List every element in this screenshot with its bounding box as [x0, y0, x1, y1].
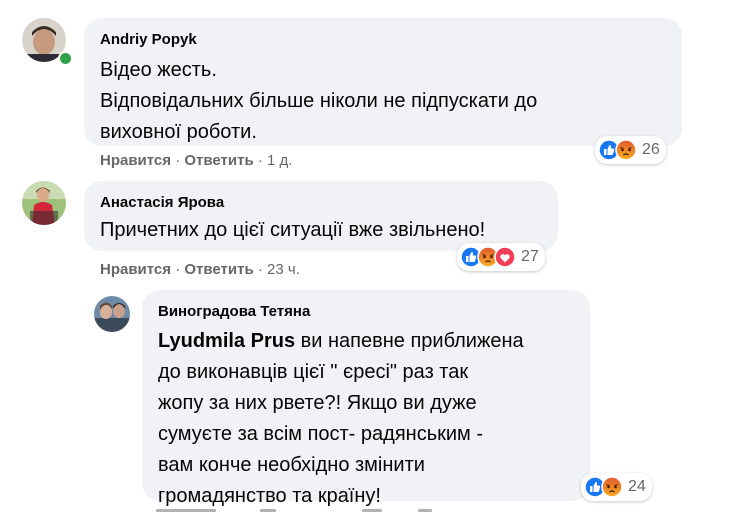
comment-text: Відео жесть. Відповідальних більше нікол…	[100, 55, 680, 148]
avatar-photo	[94, 296, 130, 332]
comment-author[interactable]: Andriy Popyk	[100, 31, 197, 48]
online-indicator	[58, 51, 73, 66]
comment-bubble: Анастасія Ярова Причетних до цієї ситуац…	[84, 181, 558, 251]
reactions-count: 26	[642, 141, 660, 158]
reply-author[interactable]: Виноградова Тетяна	[158, 303, 310, 320]
avatar[interactable]	[22, 181, 66, 225]
separator: ·	[257, 152, 263, 169]
like-link[interactable]: Нравится	[100, 261, 171, 278]
reply-text: Lyudmila Prus ви напевне приближена до в…	[158, 326, 588, 512]
avatar[interactable]	[94, 296, 130, 332]
reply-line: Lyudmila Prus ви напевне приближена	[158, 326, 588, 357]
separator: ·	[175, 152, 181, 169]
comment-line: Відповідальних більше ніколи не підпуска…	[100, 90, 538, 112]
angry-reaction-icon	[601, 476, 623, 498]
love-reaction-icon	[494, 246, 516, 268]
avatar-photo	[22, 181, 66, 225]
reply-line: жопу за них рвете?! Якщо ви дуже	[158, 392, 477, 414]
reply-line-text: ви напевне приближена	[295, 330, 524, 352]
reply-line: сумуєте за всім пост- радянським -	[158, 423, 483, 445]
comment-actions: Нравится · Ответить · 23 ч.	[100, 261, 300, 278]
comment-line: Відео жесть.	[100, 59, 217, 81]
reply-line: вам конче необхідно змінити	[158, 454, 425, 476]
reactions-summary[interactable]: 26	[595, 136, 666, 164]
reactions-count: 27	[521, 248, 539, 265]
angry-reaction-icon	[615, 139, 637, 161]
reactions-count: 24	[628, 478, 646, 495]
reply-actions-partial	[156, 509, 446, 514]
comment-line: виховної роботи.	[100, 121, 257, 143]
comment-actions: Нравится · Ответить · 1 д.	[100, 152, 292, 169]
comment-author[interactable]: Анастасія Ярова	[100, 194, 224, 211]
comment-text: Причетних до цієї ситуації вже звільнено…	[100, 215, 560, 246]
timestamp[interactable]: 1 д.	[267, 152, 292, 169]
reply-bubble: Виноградова Тетяна Lyudmila Prus ви напе…	[142, 290, 590, 507]
separator: ·	[175, 261, 181, 278]
reply-line: до виконавців цієї " єресі" раз так	[158, 361, 469, 383]
reply-link[interactable]: Ответить	[184, 152, 253, 169]
mention-link[interactable]: Lyudmila Prus	[158, 330, 295, 352]
timestamp[interactable]: 23 ч.	[267, 261, 300, 278]
comment-bubble: Andriy Popyk Відео жесть. Відповідальних…	[84, 18, 682, 146]
reply-link[interactable]: Ответить	[184, 261, 253, 278]
reactions-summary[interactable]: 27	[457, 243, 545, 271]
like-link[interactable]: Нравится	[100, 152, 171, 169]
reactions-summary[interactable]: 24	[581, 473, 652, 501]
comment-line: Причетних до цієї ситуації вже звільнено…	[100, 219, 486, 241]
reply-line: громадянство та країну!	[158, 485, 381, 507]
separator: ·	[257, 261, 263, 278]
